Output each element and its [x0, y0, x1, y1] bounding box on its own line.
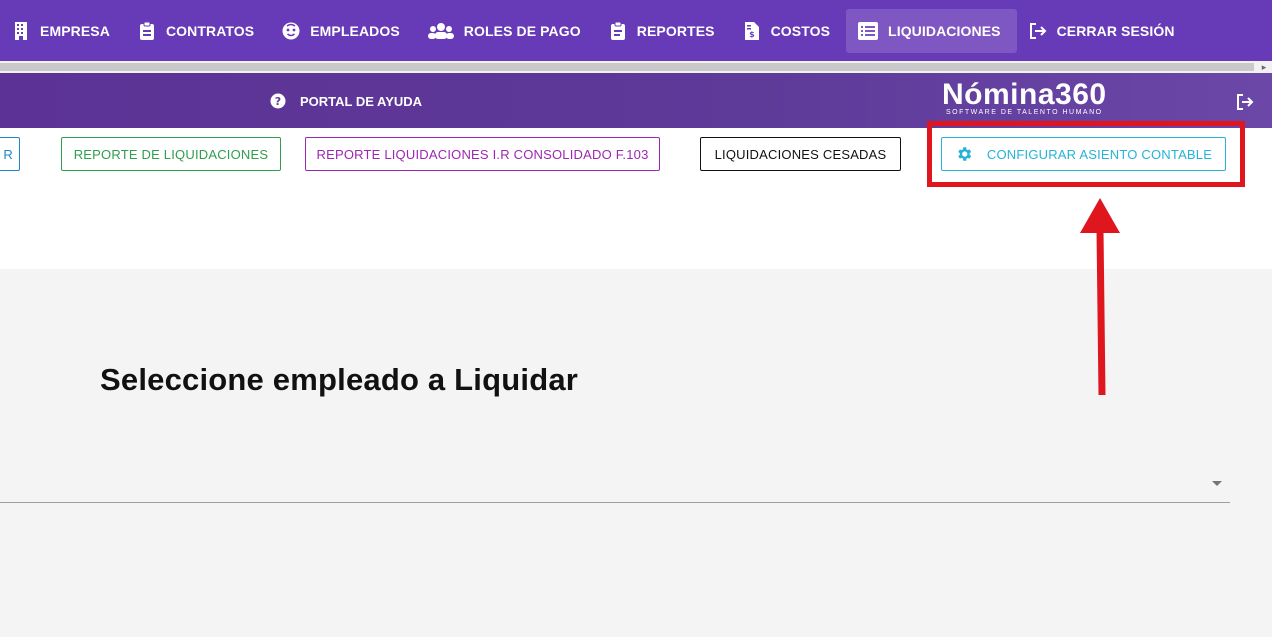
scroll-right-icon[interactable]: ▸ — [1258, 61, 1270, 73]
nav-label: REPORTES — [636, 22, 715, 39]
annotation-arrow — [1080, 198, 1120, 396]
employee-select[interactable] — [0, 462, 1230, 503]
brand-tagline: SOFTWARE DE TALENTO HUMANO — [945, 109, 1103, 116]
scrollbar-thumb[interactable] — [0, 63, 1254, 71]
clipboard-icon — [138, 21, 156, 40]
nav-item-costos[interactable]: $ COSTOS — [731, 9, 846, 53]
reporte-ir-consolidado-button[interactable]: REPORTE LIQUIDACIONES I.R CONSOLIDADO F.… — [305, 137, 660, 171]
users-icon — [427, 22, 454, 40]
help-label: PORTAL DE AYUDA — [300, 93, 423, 109]
nav-label: EMPRESA — [40, 22, 110, 39]
brand-name: Nómina360 — [942, 78, 1107, 111]
brand-logo: Nómina360 SOFTWARE DE TALENTO HUMANO — [942, 78, 1107, 117]
header-bar: ? PORTAL DE AYUDA Nómina360 SOFTWARE DE … — [0, 73, 1272, 128]
nav-item-reportes[interactable]: REPORTES — [597, 9, 731, 53]
nav-label: CONTRATOS — [165, 22, 255, 39]
nav-label: COSTOS — [770, 22, 831, 39]
chevron-down-icon[interactable] — [1212, 481, 1222, 486]
svg-text:?: ? — [275, 95, 281, 108]
logout-icon[interactable] — [1236, 93, 1254, 111]
building-icon — [12, 21, 30, 40]
help-portal-link[interactable]: ? PORTAL DE AYUDA — [270, 93, 422, 109]
clipboard-list-icon — [609, 21, 627, 40]
nav-item-liquidaciones[interactable]: LIQUIDACIONES — [846, 8, 1017, 53]
nav-item-contratos[interactable]: CONTRATOS — [126, 9, 270, 53]
svg-text:$: $ — [749, 30, 755, 39]
partial-button[interactable]: R — [0, 137, 20, 171]
reporte-liquidaciones-button[interactable]: REPORTE DE LIQUIDACIONES — [61, 137, 281, 171]
list-alt-icon — [858, 21, 879, 40]
nav-item-empleados[interactable]: EMPLEADOS — [270, 9, 416, 53]
nav-label: EMPLEADOS — [310, 22, 400, 39]
page-title: Seleccione empleado a Liquidar — [100, 362, 579, 397]
nav-item-cerrar-sesion[interactable]: CERRAR SESIÓN — [1017, 9, 1191, 53]
annotation-highlight-box — [927, 121, 1245, 187]
face-icon — [282, 22, 300, 40]
question-circle-icon: ? — [270, 93, 286, 109]
horizontal-scrollbar[interactable]: ▸ — [0, 61, 1272, 73]
nav-label: CERRAR SESIÓN — [1056, 22, 1175, 39]
nav-label: LIQUIDACIONES — [888, 22, 1001, 39]
nav-label: ROLES DE PAGO — [463, 22, 581, 39]
liquidaciones-cesadas-button[interactable]: LIQUIDACIONES CESADAS — [700, 137, 901, 171]
nav-item-roles-de-pago[interactable]: ROLES DE PAGO — [416, 9, 597, 53]
file-invoice-dollar-icon: $ — [743, 21, 761, 40]
nav-item-empresa[interactable]: EMPRESA — [0, 9, 126, 53]
top-navigation: EMPRESA CONTRATOS EMPLEADOS ROLES DE PAG… — [0, 0, 1272, 61]
sign-out-icon — [1029, 22, 1047, 40]
